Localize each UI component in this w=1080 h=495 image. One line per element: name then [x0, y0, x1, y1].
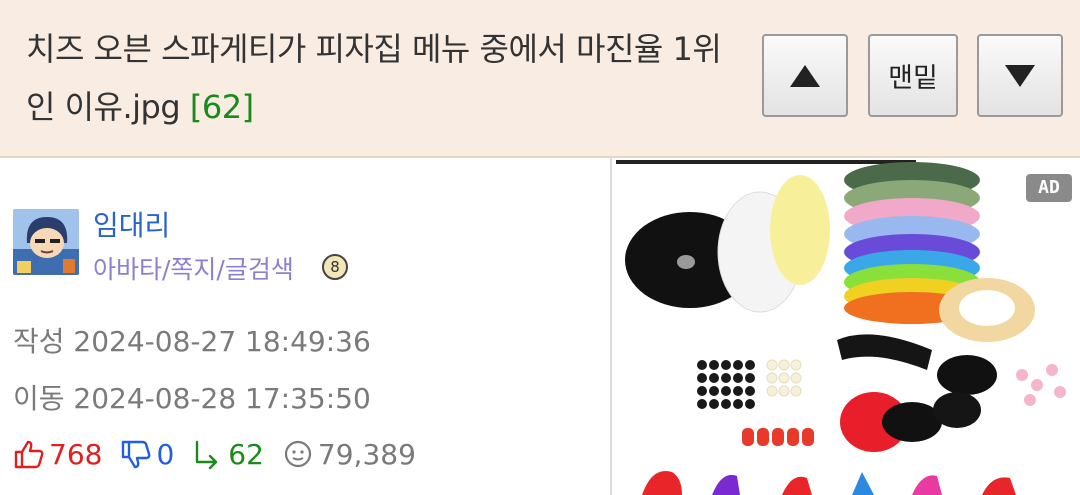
upvote-stat[interactable]: 768: [13, 438, 102, 471]
scroll-up-button[interactable]: [762, 34, 848, 117]
arrow-down-icon: [1005, 64, 1035, 87]
ad-label: AD: [1026, 174, 1072, 202]
post-title: 치즈 오븐 스파게티가 피자집 메뉴 중에서 마진율 1위인 이유.jpg [6…: [26, 20, 726, 136]
arrow-up-icon: [790, 64, 820, 87]
comment-count[interactable]: [62]: [190, 88, 254, 126]
reply-stat[interactable]: 62: [192, 438, 264, 471]
post-title-text: 치즈 오븐 스파게티가 피자집 메뉴 중에서 마진율 1위인 이유.jpg: [26, 30, 722, 126]
level-badge: 8: [322, 254, 348, 280]
view-stat: 79,389: [282, 438, 416, 471]
author-links[interactable]: 아바타/쪽지/글검색: [93, 250, 294, 286]
avatar[interactable]: [13, 209, 79, 275]
go-bottom-button[interactable]: 맨밑: [868, 34, 958, 117]
smiley-icon: [284, 440, 312, 468]
reply-count: 62: [228, 437, 264, 471]
go-bottom-label: 맨밑: [888, 63, 938, 94]
view-count: 79,389: [317, 437, 416, 471]
upvote-count: 768: [49, 437, 103, 471]
ad-product-image: [616, 160, 1072, 495]
thumbs-down-icon: [122, 440, 151, 469]
written-date: 작성 2024-08-27 18:49:36: [13, 325, 371, 358]
moved-date: 이동 2024-08-28 17:35:50: [13, 382, 371, 415]
ad-banner[interactable]: AD: [612, 160, 1080, 495]
thumbs-up-icon: [14, 440, 44, 469]
post-stats: 768 0 62 79,389: [13, 434, 434, 474]
downvote-count: 0: [156, 437, 175, 471]
author-name[interactable]: 임대리: [93, 204, 170, 244]
scroll-down-button[interactable]: [977, 34, 1063, 117]
reply-arrow-icon: [196, 440, 218, 470]
downvote-stat[interactable]: 0: [120, 438, 174, 471]
post-header: 치즈 오븐 스파게티가 피자집 메뉴 중에서 마진율 1위인 이유.jpg [6…: [0, 0, 1080, 158]
